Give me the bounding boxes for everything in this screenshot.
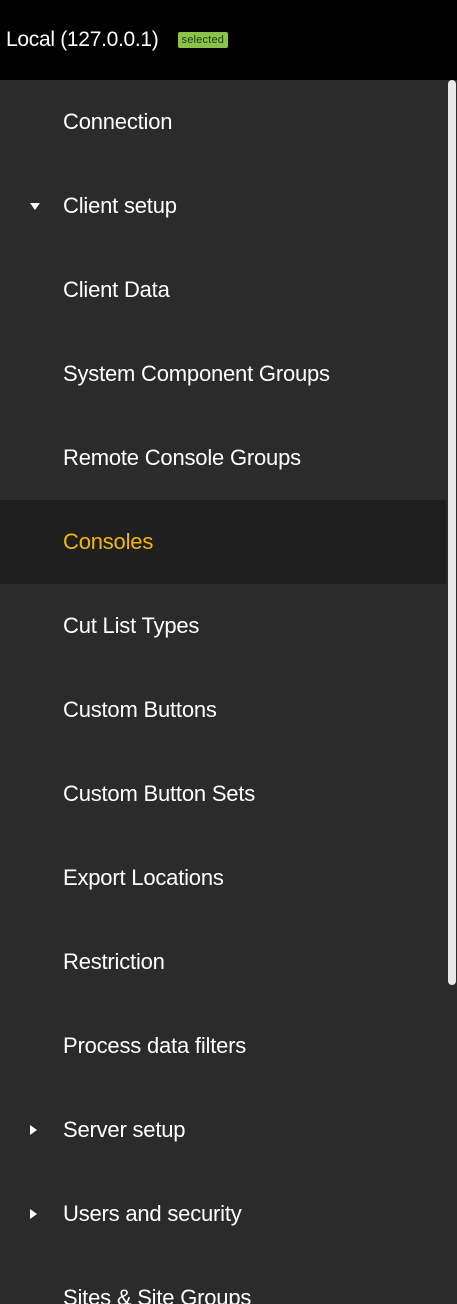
connection-header[interactable]: Local (127.0.0.1) selected — [0, 0, 457, 80]
nav-item-label: Users and security — [63, 1201, 242, 1226]
nav-item-custom-buttons[interactable]: Custom Buttons — [0, 668, 446, 752]
nav-item-client-data[interactable]: Client Data — [0, 248, 446, 332]
connection-title: Local (127.0.0.1) — [6, 28, 159, 51]
nav-item-consoles[interactable]: Consoles — [0, 500, 446, 584]
nav-item-remote-console-groups[interactable]: Remote Console Groups — [0, 416, 446, 500]
nav-item-sites-and-site-groups[interactable]: Sites & Site Groups — [0, 1256, 446, 1304]
nav-item-process-data-filters[interactable]: Process data filters — [0, 1004, 446, 1088]
nav-item-label: Consoles — [63, 529, 154, 554]
caret-down-icon[interactable] — [30, 203, 40, 210]
nav-item-label: Client setup — [63, 193, 177, 218]
nav-item-users-and-security[interactable]: Users and security — [0, 1172, 446, 1256]
nav-item-client-setup[interactable]: Client setup — [0, 164, 446, 248]
nav-item-label: Connection — [63, 109, 173, 134]
selected-badge: selected — [177, 32, 229, 48]
nav-item-label: Remote Console Groups — [63, 445, 301, 470]
nav-item-label: Restriction — [63, 949, 165, 974]
scrollbar-thumb[interactable] — [448, 80, 456, 985]
nav-item-label: Sites & Site Groups — [63, 1285, 252, 1304]
nav-item-system-component-groups[interactable]: System Component Groups — [0, 332, 446, 416]
nav-item-custom-button-sets[interactable]: Custom Button Sets — [0, 752, 446, 836]
caret-right-icon[interactable] — [30, 1209, 37, 1219]
nav-item-label: System Component Groups — [63, 361, 330, 386]
nav-item-label: Server setup — [63, 1117, 186, 1142]
nav-item-label: Client Data — [63, 277, 170, 302]
nav-item-server-setup[interactable]: Server setup — [0, 1088, 446, 1172]
caret-right-icon[interactable] — [30, 1125, 37, 1135]
nav-item-label: Process data filters — [63, 1033, 247, 1058]
nav-item-label: Custom Button Sets — [63, 781, 256, 806]
nav-item-cut-list-types[interactable]: Cut List Types — [0, 584, 446, 668]
nav-item-label: Export Locations — [63, 865, 224, 890]
nav-tree: Connection Client setup Client Data System … — [0, 80, 446, 1304]
nav-item-connection[interactable]: Connection — [0, 80, 446, 164]
nav-item-export-locations[interactable]: Export Locations — [0, 836, 446, 920]
nav-item-label: Cut List Types — [63, 613, 200, 638]
navigation-panel: Local (127.0.0.1) selected Connection Cli… — [0, 0, 457, 1304]
nav-item-label: Custom Buttons — [63, 697, 217, 722]
nav-item-restriction[interactable]: Restriction — [0, 920, 446, 1004]
